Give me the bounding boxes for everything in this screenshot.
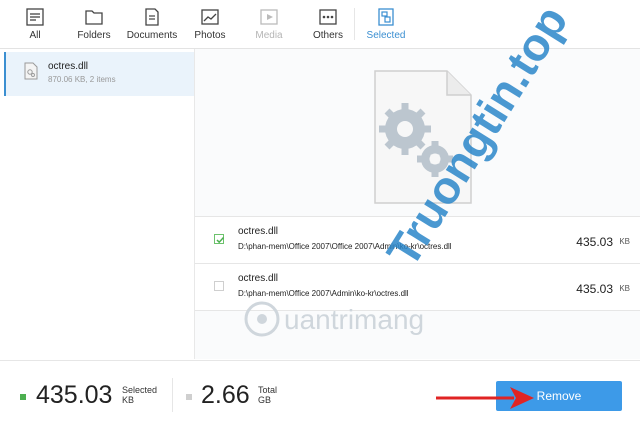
selected-label: Selected [122,385,158,395]
row-checkbox[interactable] [214,281,224,291]
file-size: 435.03 [576,235,613,249]
file-group-list: octres.dll 870.06 KB, 2 items [0,49,195,359]
tab-label: Selected [366,30,406,41]
tab-label: Photos [194,30,226,41]
list-icon [26,8,44,26]
file-path: D:\phan-mem\Office 2007\Admin\ko-kr\octr… [238,289,409,298]
file-preview-icon [374,70,472,204]
tab-others[interactable]: Others [308,0,348,48]
checkmark-icon [216,236,225,244]
dll-file-icon [24,62,38,80]
file-size-unit: KB [619,284,630,293]
tab-selected[interactable]: Selected [364,0,408,48]
list-item-meta: 870.06 KB, 2 items [48,75,116,84]
tab-label: Others [312,30,343,41]
others-icon [319,9,337,25]
tab-media[interactable]: Media [250,0,288,48]
tab-label: Media [255,30,283,41]
tab-documents[interactable]: Documents [124,0,180,48]
file-size-unit: KB [619,237,630,246]
total-label: Total [258,385,278,395]
category-tab-bar: All Folders Documents Photos Media Other… [0,0,640,49]
media-icon [260,9,278,25]
file-row[interactable]: octres.dll D:\phan-mem\Office 2007\Offic… [195,216,640,263]
tab-label: Folders [77,30,111,41]
file-name: octres.dll [238,273,279,284]
file-detail-pane: octres.dll D:\phan-mem\Office 2007\Offic… [195,49,640,359]
selected-unit: KB [122,395,135,405]
annotation-arrow-icon [436,387,534,409]
tab-label: Documents [126,30,178,41]
tab-photos[interactable]: Photos [190,0,230,48]
selected-icon [378,8,394,26]
list-item[interactable]: octres.dll 870.06 KB, 2 items [4,52,194,96]
tab-folders[interactable]: Folders [72,0,116,48]
tab-divider [354,8,355,40]
summary-bar: 435.03 Selected KB 2.66 Total GB Remove [0,360,640,431]
selected-bullet [20,394,26,400]
photo-icon [201,9,219,25]
total-size-value: 2.66 [201,381,250,409]
folder-icon [85,10,103,25]
total-bullet [186,394,192,400]
file-name: octres.dll [238,226,279,237]
file-size: 435.03 [576,282,613,296]
tab-all[interactable]: All [16,0,54,48]
total-unit: GB [258,395,272,405]
tab-label: All [29,30,41,41]
list-item-name: octres.dll [48,61,89,72]
summary-divider [172,378,173,412]
file-path: D:\phan-mem\Office 2007\Office 2007\Admi… [238,242,452,251]
document-icon [145,8,159,26]
selected-size-value: 435.03 [36,381,113,409]
row-checkbox[interactable] [214,234,225,244]
file-row[interactable]: octres.dll D:\phan-mem\Office 2007\Admin… [195,263,640,311]
